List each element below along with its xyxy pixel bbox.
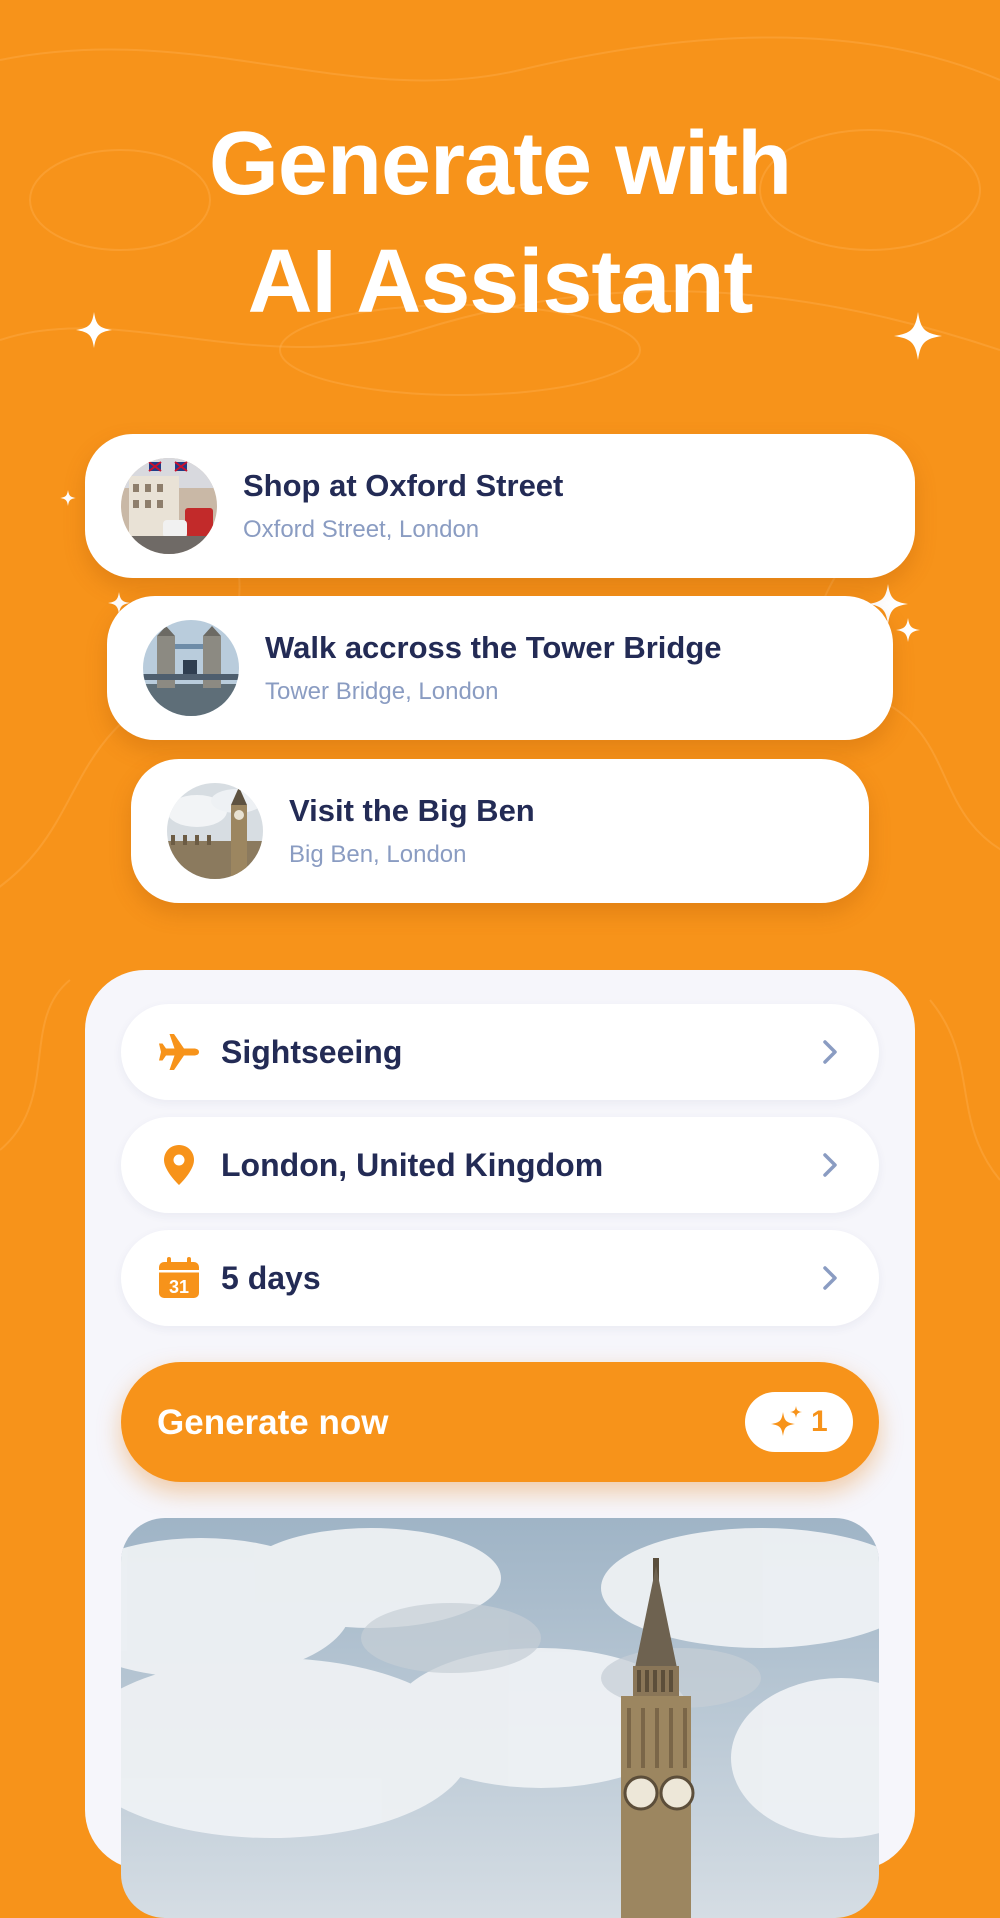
chevron-right-icon [823,1153,837,1177]
big-ben-thumbnail [167,783,263,879]
suggestion-subtitle: Oxford Street, London [243,516,480,543]
trip-options-panel: Sightseeing London, United Kingdom 31 5 … [85,970,915,1918]
oxford-street-thumbnail [121,458,217,554]
duration-row[interactable]: 31 5 days [121,1230,879,1326]
chevron-right-icon [823,1040,837,1064]
svg-text:31: 31 [169,1277,189,1297]
sparkle-icon [60,490,76,506]
sparkle-icon [896,618,920,642]
chevron-right-icon [823,1266,837,1290]
trip-type-row[interactable]: Sightseeing [121,1004,879,1100]
duration-label: 5 days [221,1260,321,1296]
suggestion-title: Visit the Big Ben [289,793,535,828]
suggestion-card-oxford-street[interactable]: Shop at Oxford Street Oxford Street, Lon… [85,434,915,578]
page-title: Generate with AI Assistant [0,105,1000,341]
generate-now-button[interactable]: Generate now 1 [121,1362,879,1482]
title-line-1: Generate with [208,114,792,214]
credit-count: 1 [811,1405,828,1438]
sparkles-icon [771,1406,802,1436]
airplane-icon [159,1034,199,1070]
suggestion-title: Shop at Oxford Street [243,468,564,503]
suggestion-subtitle: Big Ben, London [289,841,467,868]
destination-label: London, United Kingdom [221,1147,604,1183]
suggestion-subtitle: Tower Bridge, London [265,678,499,705]
sparkle-icon [76,312,112,348]
title-line-2: AI Assistant [247,232,754,332]
big-ben-hero-image [121,1518,879,1918]
sparkle-icon [894,312,942,360]
generate-now-label: Generate now [157,1403,389,1442]
trip-type-label: Sightseeing [221,1034,403,1070]
suggestion-title: Walk accross the Tower Bridge [265,630,722,665]
suggestion-card-tower-bridge[interactable]: Walk accross the Tower Bridge Tower Brid… [107,596,893,740]
credit-badge: 1 [745,1392,853,1452]
location-pin-icon [164,1145,194,1185]
tower-bridge-thumbnail [143,620,239,716]
suggestion-card-big-ben[interactable]: Visit the Big Ben Big Ben, London [131,759,869,903]
calendar-icon: 31 [159,1257,199,1298]
destination-row[interactable]: London, United Kingdom [121,1117,879,1213]
